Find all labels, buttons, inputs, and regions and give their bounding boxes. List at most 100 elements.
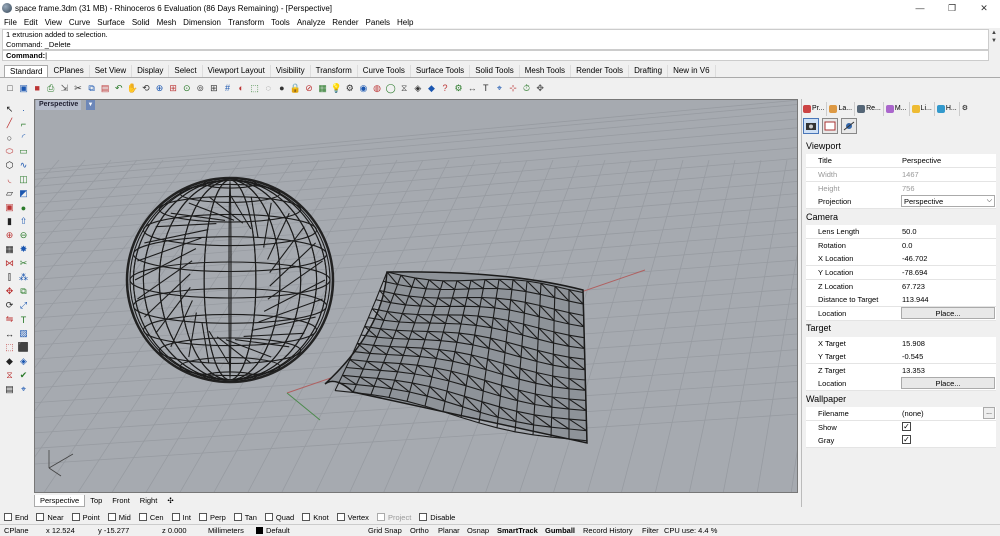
save-icon[interactable]: ■ — [31, 82, 43, 94]
split-icon[interactable]: ⫿ — [3, 271, 16, 284]
status-record-history[interactable]: Record History — [583, 525, 633, 536]
menu-dimension[interactable]: Dimension — [183, 18, 221, 27]
menu-analyze[interactable]: Analyze — [297, 18, 325, 27]
viewport-tab-top[interactable]: Top — [85, 495, 107, 507]
dimension-icon[interactable]: ↔ — [3, 327, 16, 340]
status-planar[interactable]: Planar — [438, 525, 460, 536]
status-smarttrack[interactable]: SmartTrack — [497, 525, 538, 536]
history-icon[interactable]: ⏱ — [521, 82, 533, 94]
dim-icon[interactable]: ↔ — [466, 82, 478, 94]
osnap-checkbox[interactable] — [376, 513, 385, 521]
osnap-quad[interactable]: Quad — [264, 513, 294, 522]
tab-drafting[interactable]: Drafting — [629, 65, 669, 77]
osnap-project[interactable]: Project — [376, 513, 411, 522]
osnap-icon[interactable]: ⊹ — [507, 82, 519, 94]
osnap-tan[interactable]: Tan — [233, 513, 257, 522]
status-layer[interactable]: Default — [266, 525, 290, 536]
light-icon[interactable]: 💡 — [330, 82, 342, 94]
mirror-icon[interactable]: ⇋ — [3, 313, 16, 326]
osnap-perp[interactable]: Perp — [198, 513, 226, 522]
line-icon[interactable]: ╱ — [3, 117, 16, 130]
menu-surface[interactable]: Surface — [97, 18, 125, 27]
menu-mesh[interactable]: Mesh — [157, 18, 177, 27]
camera-place-button[interactable]: Place... — [901, 307, 995, 319]
shaded-icon[interactable]: ◍ — [371, 82, 383, 94]
join-icon[interactable]: ⋈ — [3, 257, 16, 270]
display-mode-icon[interactable]: ◐ — [235, 82, 247, 94]
hand-pan-icon[interactable]: ✋ — [126, 82, 138, 94]
status-osnap[interactable]: Osnap — [467, 525, 489, 536]
y-target-value[interactable]: -0.545 — [902, 352, 923, 361]
extrude-icon[interactable]: ⇧ — [17, 215, 30, 228]
text-icon[interactable]: T — [480, 82, 492, 94]
sphere-icon[interactable]: ● — [17, 201, 30, 214]
perspective-viewport[interactable] — [34, 99, 798, 493]
y-location-value[interactable]: -78.694 — [902, 268, 927, 277]
import-icon[interactable]: ⇲ — [58, 82, 70, 94]
cylinder-icon[interactable]: ▮ — [3, 215, 16, 228]
osnap-checkbox[interactable] — [198, 513, 207, 521]
rotate-icon[interactable]: ⟳ — [3, 299, 16, 312]
rotate-icon[interactable]: ⟲ — [140, 82, 152, 94]
boolean-difference-icon[interactable]: ⊖ — [17, 229, 30, 242]
rotation-value[interactable]: 0.0 — [902, 241, 912, 250]
fillet-icon[interactable]: ◟ — [3, 173, 16, 186]
zoom-selected-icon[interactable]: ⊙ — [181, 82, 193, 94]
close-icon[interactable]: ✕ — [968, 0, 1000, 16]
zoom-window-icon[interactable]: ⊞ — [167, 82, 179, 94]
panel-settings-gear-icon[interactable]: ⚙ — [960, 102, 970, 116]
menu-tools[interactable]: Tools — [271, 18, 290, 27]
open-icon[interactable]: ▣ — [18, 82, 30, 94]
viewport-tab-front[interactable]: Front — [107, 495, 135, 507]
snap-icon[interactable]: ⌖ — [493, 82, 505, 94]
command-scrollbar[interactable]: ▲ ▼ — [989, 29, 999, 61]
osnap-checkbox[interactable] — [419, 513, 428, 521]
osnap-checkbox[interactable] — [71, 513, 80, 521]
distance-to-target-value[interactable]: 113.944 — [902, 295, 929, 304]
panel-tab-materials[interactable]: M... — [884, 102, 910, 116]
circle-icon[interactable]: ○ — [3, 131, 16, 144]
gray-checkbox[interactable]: ✓ — [902, 435, 911, 444]
menu-view[interactable]: View — [45, 18, 62, 27]
tab-display[interactable]: Display — [132, 65, 170, 77]
panel-tab-layers[interactable]: La... — [827, 102, 856, 116]
render-icon[interactable]: ◈ — [17, 355, 30, 368]
array-icon[interactable]: ⁂ — [17, 271, 30, 284]
menu-transform[interactable]: Transform — [228, 18, 264, 27]
status-units[interactable]: Millimeters — [208, 525, 244, 536]
menu-help[interactable]: Help — [397, 18, 413, 27]
panel-tab-help[interactable]: H... — [935, 102, 960, 116]
status-grid-snap[interactable]: Grid Snap — [368, 525, 402, 536]
menu-edit[interactable]: Edit — [24, 18, 38, 27]
gumball-icon[interactable]: ✥ — [534, 82, 546, 94]
osnap-disable[interactable]: Disable — [419, 513, 455, 522]
polyline-icon[interactable]: ⌐ — [17, 117, 30, 130]
show-icon[interactable]: ● — [276, 82, 288, 94]
z-location-value[interactable]: 67.723 — [902, 282, 925, 291]
panel-tab-properties[interactable]: Pr... — [801, 102, 828, 116]
layer-icon[interactable]: ▤ — [3, 383, 16, 396]
menu-curve[interactable]: Curve — [69, 18, 90, 27]
tab-select[interactable]: Select — [169, 65, 203, 77]
material-icon[interactable]: ◈ — [412, 82, 424, 94]
print-icon[interactable]: ⎙ — [45, 82, 57, 94]
status-gumball[interactable]: Gumball — [545, 525, 575, 536]
add-viewport-tab-icon[interactable]: ✣ — [162, 495, 178, 507]
osnap-cen[interactable]: Cen — [138, 513, 164, 522]
ellipse-icon[interactable]: ⬭ — [3, 145, 16, 158]
check-icon[interactable]: ✔ — [17, 369, 30, 382]
options-icon[interactable]: ⚙ — [453, 82, 465, 94]
4-view-icon[interactable]: ⊞ — [208, 82, 220, 94]
tab-solid-tools[interactable]: Solid Tools — [470, 65, 520, 77]
undo-icon[interactable]: ↶ — [113, 82, 125, 94]
tab-standard[interactable]: Standard — [4, 65, 49, 77]
browse-wallpaper-button[interactable]: ... — [983, 407, 995, 419]
tab-cplanes[interactable]: CPlanes — [48, 65, 90, 77]
surface-corner-icon[interactable]: ◩ — [17, 187, 30, 200]
text-icon[interactable]: T — [17, 313, 30, 326]
tab-new-in-v6[interactable]: New in V6 — [668, 65, 716, 77]
osnap-mid[interactable]: Mid — [107, 513, 131, 522]
osnap-knot[interactable]: Knot — [302, 513, 329, 522]
show-checkbox[interactable]: ✓ — [902, 422, 911, 431]
status-ortho[interactable]: Ortho — [410, 525, 429, 536]
